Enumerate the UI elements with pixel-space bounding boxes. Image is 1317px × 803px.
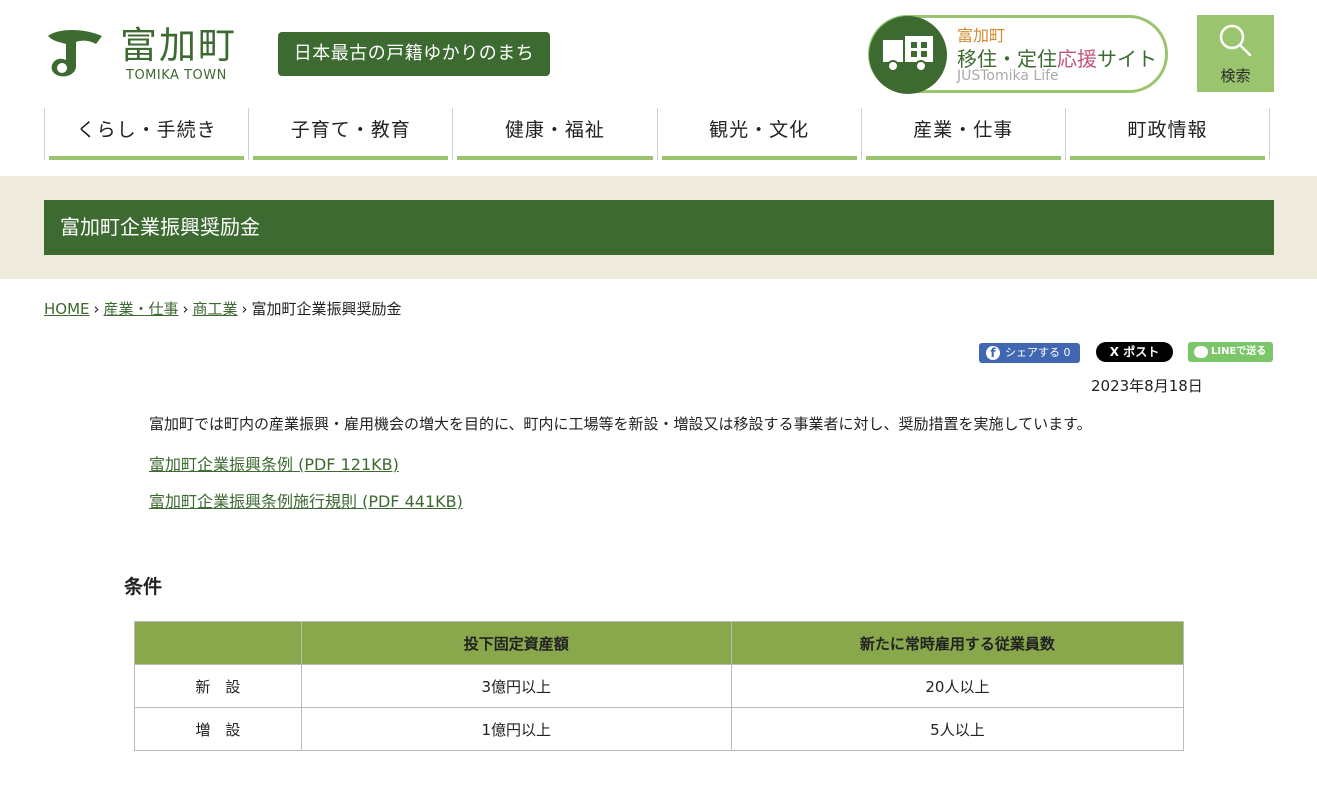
intro-text: 富加町では町内の産業振興・雇用機会の増大を目的に、町内に工場等を新設・増設又は移… (149, 415, 1092, 433)
search-button[interactable]: 検索 (1197, 15, 1274, 92)
ordinance-pdf-link[interactable]: 富加町企業振興条例 (PDF 121KB) (149, 451, 399, 475)
logo-town-name-en: TOMIKA TOWN (126, 68, 227, 83)
table-row: 増 設 1億円以上 5人以上 (134, 707, 1185, 751)
breadcrumb-current: 富加町企業振興奨励金 (251, 300, 402, 318)
line-share-label: LINEで送る (1211, 346, 1267, 357)
conditions-heading: 条件 (124, 576, 163, 598)
table-cell: 20人以上 (730, 664, 1185, 708)
table-cell: 新 設 (134, 664, 302, 708)
nav-chosei[interactable]: 町政情報 (1064, 108, 1271, 160)
line-icon (1194, 346, 1208, 358)
table-header-cell (134, 621, 302, 665)
facebook-icon: f (986, 346, 1000, 360)
search-icon (1219, 24, 1252, 57)
relocation-site-banner[interactable]: 富加町 移住・定住応援サイト JUSTomika Life (868, 15, 1168, 94)
table-header-cell: 新たに常時雇用する従業員数 (730, 621, 1185, 665)
publish-date: 2023年8月18日 (1091, 377, 1203, 395)
logo-town-name: 富加町 (120, 24, 237, 67)
table-header-cell: 投下固定資産額 (300, 621, 732, 665)
table-cell: 1億円以上 (300, 707, 732, 751)
nav-kosodate[interactable]: 子育て・教育 (248, 108, 452, 160)
table-row: 新 設 3億円以上 20人以上 (134, 664, 1185, 708)
page-title-band: 富加町企業振興奨励金 (0, 176, 1317, 279)
town-tagline: 日本最古の戸籍ゆかりのまち (278, 32, 550, 76)
chevron-right-icon: › (241, 300, 248, 318)
x-post-button[interactable]: X ポスト (1096, 342, 1173, 362)
global-nav: くらし・手続き 子育て・教育 健康・福祉 観光・文化 産業・仕事 町政情報 (44, 108, 1271, 160)
table-header-row: 投下固定資産額 新たに常時雇用する従業員数 (134, 621, 1185, 665)
nav-sangyo[interactable]: 産業・仕事 (860, 108, 1065, 160)
facebook-share-button[interactable]: f シェアする 0 (979, 343, 1080, 363)
site-logo[interactable]: 富加町 TOMIKA TOWN (44, 24, 244, 86)
chevron-right-icon: › (93, 300, 100, 318)
facebook-share-label: シェアする 0 (1005, 346, 1071, 359)
breadcrumb-shokogyo[interactable]: 商工業 (193, 300, 238, 318)
town-emblem-icon (48, 30, 102, 77)
nav-kanko[interactable]: 観光・文化 (656, 108, 861, 160)
breadcrumb: HOME › 産業・仕事 › 商工業 › 富加町企業振興奨励金 (44, 298, 402, 319)
breadcrumb-home[interactable]: HOME (44, 300, 90, 318)
page-title: 富加町企業振興奨励金 (44, 200, 1274, 255)
truck-icon (869, 16, 947, 94)
nav-kenko[interactable]: 健康・福祉 (452, 108, 656, 160)
chevron-right-icon: › (182, 300, 189, 318)
line-share-button[interactable]: LINEで送る (1188, 342, 1273, 362)
nav-kurashi[interactable]: くらし・手続き (44, 108, 248, 160)
breadcrumb-sangyo[interactable]: 産業・仕事 (104, 300, 179, 318)
relocation-site-subtitle: JUSTomika Life (957, 68, 1059, 84)
table-cell: 3億円以上 (300, 664, 732, 708)
regulations-pdf-link[interactable]: 富加町企業振興条例施行規則 (PDF 441KB) (149, 488, 463, 512)
conditions-table: 投下固定資産額 新たに常時雇用する従業員数 新 設 3億円以上 20人以上 増 … (134, 621, 1185, 751)
search-label: 検索 (1220, 67, 1251, 85)
table-cell: 5人以上 (730, 707, 1185, 751)
table-cell: 増 設 (134, 707, 302, 751)
